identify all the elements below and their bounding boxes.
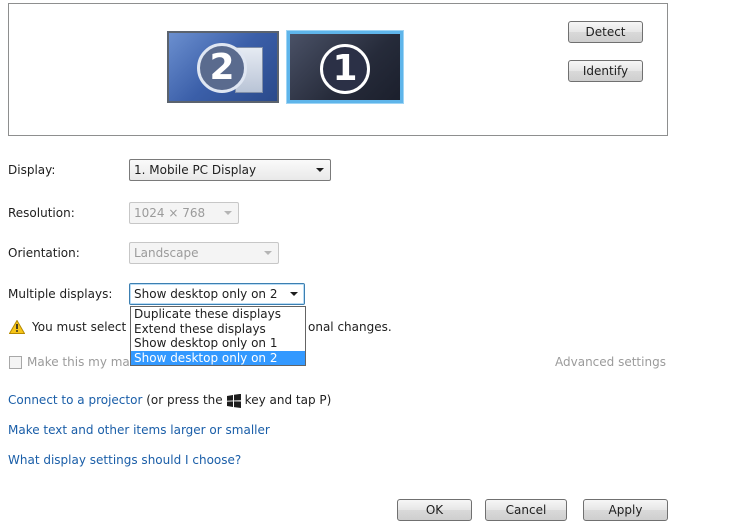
detect-button[interactable]: Detect — [568, 21, 643, 43]
projector-line: Connect to a projector (or press the key… — [8, 393, 331, 408]
ok-button[interactable]: OK — [397, 499, 472, 521]
dropdown-option-show-only-1[interactable]: Show desktop only on 1 — [131, 336, 305, 351]
multiple-displays-select-value: Show desktop only on 2 — [134, 287, 278, 301]
display-help-link[interactable]: What display settings should I choose? — [8, 453, 241, 467]
monitor-2[interactable]: 2 — [167, 31, 279, 103]
display-label: Display: — [8, 163, 56, 177]
cancel-button[interactable]: Cancel — [485, 499, 567, 521]
display-preview-panel: 2 1 Detect Identify — [8, 3, 668, 136]
monitor-1-selected[interactable]: 1 — [287, 31, 403, 103]
dropdown-arrow-icon — [264, 251, 272, 255]
apply-button[interactable]: Apply — [583, 499, 668, 521]
resolution-select: 1024 × 768 — [129, 202, 239, 224]
dropdown-option-duplicate[interactable]: Duplicate these displays — [131, 307, 305, 322]
dropdown-arrow-icon — [290, 292, 298, 296]
dropdown-option-extend[interactable]: Extend these displays — [131, 322, 305, 337]
multiple-displays-label: Multiple displays: — [8, 287, 113, 301]
projector-hint-a: (or press the — [146, 393, 223, 407]
orientation-select: Landscape — [129, 242, 279, 264]
resolution-select-value: 1024 × 768 — [134, 206, 206, 220]
projector-hint-b: key and tap P) — [244, 393, 332, 407]
identify-button[interactable]: Identify — [568, 60, 643, 82]
warning-icon — [9, 320, 25, 334]
resolution-label: Resolution: — [8, 206, 75, 220]
display-select-value: 1. Mobile PC Display — [134, 163, 257, 177]
windows-logo-icon — [226, 393, 241, 408]
multiple-displays-select[interactable]: Show desktop only on 2 — [129, 283, 305, 305]
connect-projector-link[interactable]: Connect to a projector — [8, 393, 142, 407]
display-select[interactable]: 1. Mobile PC Display — [129, 159, 331, 181]
multiple-displays-dropdown-list: Duplicate these displays Extend these di… — [130, 306, 306, 366]
orientation-select-value: Landscape — [134, 246, 199, 260]
orientation-label: Orientation: — [8, 246, 80, 260]
dropdown-arrow-icon — [316, 168, 324, 172]
make-main-display-checkbox[interactable] — [9, 356, 22, 369]
text-size-link[interactable]: Make text and other items larger or smal… — [8, 423, 270, 437]
warning-text-left: You must select — [32, 320, 127, 334]
monitor-1-number: 1 — [320, 44, 370, 94]
warning-text-right: onal changes. — [308, 320, 392, 334]
advanced-settings-link[interactable]: Advanced settings — [555, 355, 666, 369]
dropdown-arrow-icon — [224, 211, 232, 215]
monitor-2-number: 2 — [197, 43, 247, 93]
make-main-display-label: Make this my ma — [27, 355, 130, 369]
dropdown-option-show-only-2[interactable]: Show desktop only on 2 — [131, 350, 305, 365]
